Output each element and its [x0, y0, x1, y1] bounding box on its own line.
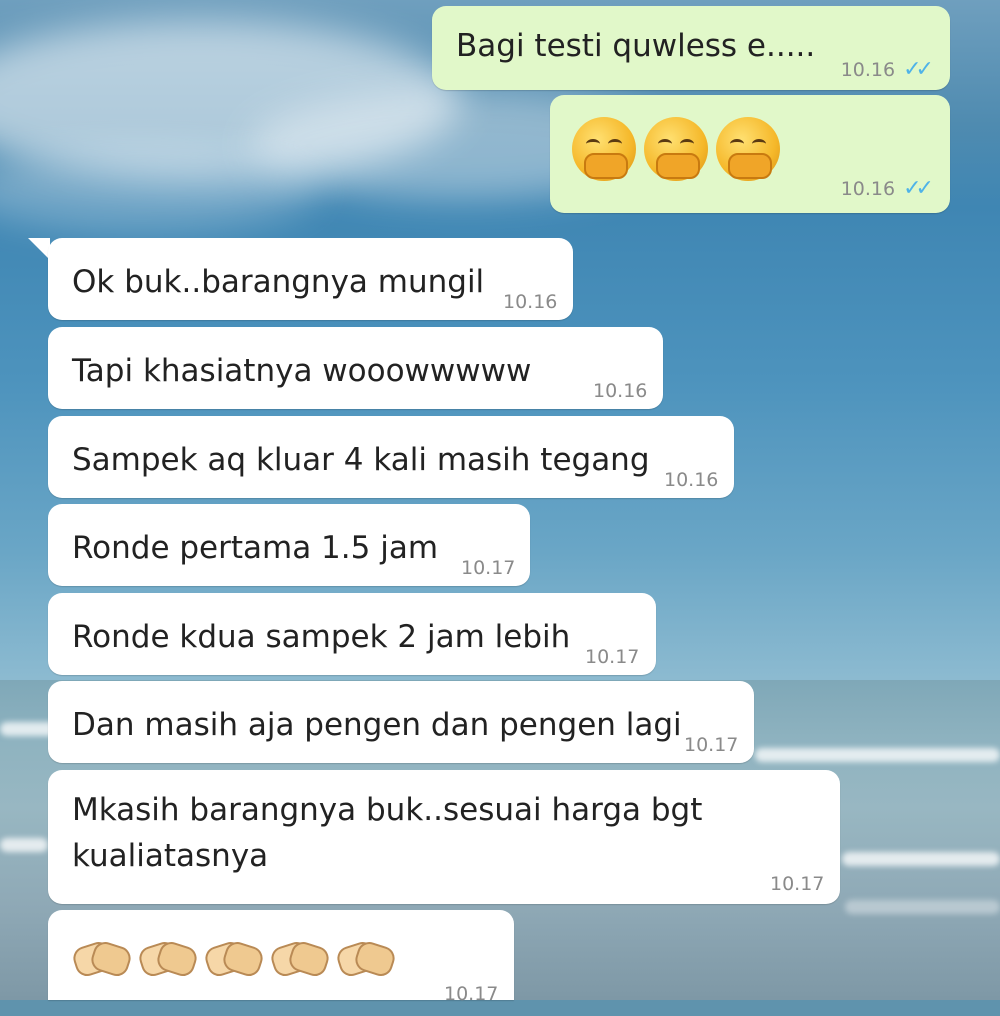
handshake-icon: [138, 934, 194, 978]
emoji-row: [72, 934, 392, 978]
timestamp-text: 10.16: [840, 59, 896, 81]
message-text: Bagi testi quwless e.....: [456, 28, 816, 64]
handshake-icon: [204, 934, 260, 978]
incoming-message-bubble[interactable]: Tapi khasiatnya wooowwwww 10.16: [48, 327, 663, 409]
message-text-line: Mkasih barangnya buk..sesuai harga bgt: [72, 792, 703, 828]
incoming-message-bubble[interactable]: Dan masih aja pengen dan pengen lagi 10.…: [48, 681, 754, 763]
outgoing-message-bubble[interactable]: 10.16 ✓✓: [550, 95, 950, 213]
incoming-message-bubble[interactable]: Ronde kdua sampek 2 jam lebih 10.17: [48, 593, 656, 675]
message-text: Dan masih aja pengen dan pengen lagi: [72, 707, 682, 743]
message-text: Tapi khasiatnya wooowwwww: [72, 353, 532, 389]
handshake-icon: [270, 934, 326, 978]
incoming-message-bubble[interactable]: Ronde pertama 1.5 jam 10.17: [48, 504, 530, 586]
handshake-icon: [336, 934, 392, 978]
message-timestamp: 10.17: [770, 873, 825, 895]
incoming-message-bubble[interactable]: 10.17: [48, 910, 514, 1005]
read-receipt-icon: ✓✓: [903, 57, 934, 82]
outgoing-message-bubble[interactable]: Bagi testi quwless e..... 10.16 ✓✓: [432, 6, 950, 90]
message-timestamp: 10.16: [593, 380, 648, 402]
message-timestamp: 10.16 ✓✓: [840, 167, 934, 211]
message-text: Ronde kdua sampek 2 jam lebih: [72, 619, 571, 655]
message-timestamp: 10.16: [664, 469, 719, 491]
message-text: Ronde pertama 1.5 jam: [72, 530, 439, 566]
message-timestamp: 10.17: [585, 646, 640, 668]
incoming-message-bubble[interactable]: Sampek aq kluar 4 kali masih tegang 10.1…: [48, 416, 734, 498]
timestamp-text: 10.16: [840, 178, 896, 200]
message-timestamp: 10.17: [444, 983, 499, 1005]
chat-message-list[interactable]: Bagi testi quwless e..... 10.16 ✓✓ 10.16 ✓…: [0, 0, 1000, 1005]
message-text: Ok buk..barangnya mungil: [72, 264, 485, 300]
message-timestamp: 10.17: [684, 734, 739, 756]
hand-over-mouth-face-icon: [716, 117, 780, 181]
message-timestamp: 10.16: [503, 291, 558, 313]
handshake-icon: [72, 934, 128, 978]
message-timestamp: 10.17: [461, 557, 516, 579]
hand-over-mouth-face-icon: [572, 117, 636, 181]
emoji-row: [572, 117, 780, 181]
hand-over-mouth-face-icon: [644, 117, 708, 181]
message-timestamp: 10.16 ✓✓: [840, 48, 934, 92]
bubble-tail: [28, 238, 50, 260]
incoming-message-bubble[interactable]: Ok buk..barangnya mungil 10.16: [48, 238, 573, 320]
message-text-line: kualiatasnya: [72, 838, 269, 874]
read-receipt-icon: ✓✓: [903, 176, 934, 201]
incoming-message-bubble[interactable]: Mkasih barangnya buk..sesuai harga bgt k…: [48, 770, 840, 904]
message-text: Sampek aq kluar 4 kali masih tegang: [72, 442, 650, 478]
